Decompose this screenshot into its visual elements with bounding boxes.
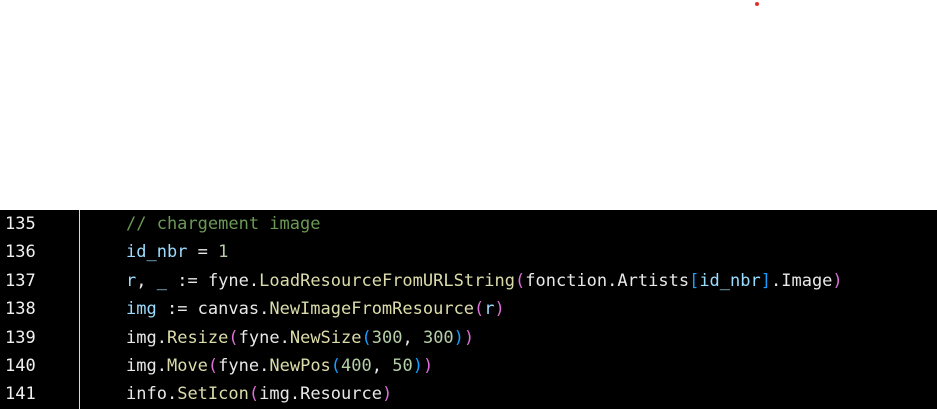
code-line[interactable]: 140 img.Move(fyne.NewPos(400, 50)) <box>0 352 937 380</box>
code-token: , <box>402 327 423 348</box>
code-token: info <box>126 384 167 405</box>
code-token: fyne <box>238 327 280 348</box>
code-token: Image <box>781 270 833 291</box>
code-token: Artists <box>617 270 690 291</box>
code-token: Resource <box>300 384 382 405</box>
code-token: . <box>259 356 270 376</box>
code-token: . <box>289 384 301 405</box>
code-token: := <box>156 299 198 320</box>
code-token: ) <box>453 327 464 348</box>
code-token: 400 <box>341 356 372 376</box>
code-token: img <box>259 384 290 405</box>
code-line[interactable]: 138 img := canvas.NewImageFromResource(r) <box>0 295 937 323</box>
code-text: r, _ := fyne.LoadResourceFromURLString(f… <box>126 267 843 295</box>
code-text: // chargement image <box>126 210 320 238</box>
code-token: ) <box>381 384 393 405</box>
code-token: Resize <box>166 327 229 348</box>
code-token: LoadResourceFromURLString <box>259 270 516 291</box>
code-token: ( <box>330 356 342 376</box>
code-line[interactable]: 141 info.SetIcon(img.Resource) <box>0 380 937 408</box>
code-token: Move <box>166 356 208 376</box>
code-token: ( <box>361 327 372 348</box>
code-token: r <box>126 270 137 291</box>
code-text: img.Resize(fyne.NewSize(300, 300)) <box>126 324 474 352</box>
red-dot-marker <box>755 2 759 6</box>
code-text: img.Move(fyne.NewPos(400, 50)) <box>126 352 433 380</box>
code-text: img := canvas.NewImageFromResource(r) <box>126 295 505 323</box>
code-token: ( <box>207 356 219 376</box>
code-token: // chargement image <box>126 214 321 234</box>
code-token: id_nbr <box>699 270 761 291</box>
code-token: ( <box>248 384 260 405</box>
code-line[interactable]: 136 id_nbr = 1 <box>0 238 937 266</box>
code-token: . <box>248 270 260 291</box>
code-token: r <box>484 299 495 320</box>
code-token: . <box>259 299 270 320</box>
line-number: 136 <box>5 242 36 263</box>
line-number: 139 <box>5 327 36 348</box>
code-token: ) <box>422 356 434 376</box>
code-token: SetIcon <box>177 384 249 405</box>
line-number: 140 <box>5 356 36 376</box>
line-number: 137 <box>5 270 36 291</box>
code-token: 300 <box>422 327 454 348</box>
code-token: . <box>156 327 167 348</box>
screenshot-canvas: 135 // chargement image 136 id_nbr = 1 137 r,… <box>0 0 937 409</box>
line-number: 138 <box>5 299 36 320</box>
code-token: . <box>156 356 167 376</box>
code-token: := <box>166 270 208 291</box>
code-token: ) <box>832 270 843 291</box>
code-token: ( <box>515 270 526 291</box>
code-token: ) <box>494 299 505 320</box>
code-token: , <box>371 356 393 376</box>
code-token: img <box>126 356 157 376</box>
code-token: ( <box>228 327 239 348</box>
code-token: NewSize <box>289 327 362 348</box>
code-token: id_nbr <box>126 242 188 263</box>
code-token: , <box>136 270 157 291</box>
code-token: NewImageFromResource <box>269 299 475 320</box>
code-token: 1 <box>218 242 229 263</box>
code-line[interactable]: 135 // chargement image <box>0 210 937 238</box>
code-token: fonction <box>525 270 608 291</box>
code-token: . <box>166 384 178 405</box>
code-token: fyne <box>218 356 260 376</box>
code-token: [ <box>689 270 700 291</box>
code-token: ) <box>463 327 475 348</box>
code-token: img <box>126 299 157 320</box>
line-number: 135 <box>5 214 36 234</box>
code-token: ( <box>474 299 485 320</box>
code-line[interactable]: 139 img.Resize(fyne.NewSize(300, 300)) <box>0 324 937 352</box>
code-token: ) <box>412 356 423 376</box>
code-token: . <box>279 327 290 348</box>
code-token: = <box>187 242 219 263</box>
code-token: . <box>770 270 782 291</box>
code-token: fyne <box>207 270 249 291</box>
line-number: 141 <box>5 384 36 405</box>
code-token: ] <box>760 270 771 291</box>
code-token: 300 <box>371 327 403 348</box>
code-token: NewPos <box>269 356 331 376</box>
code-text: id_nbr = 1 <box>126 238 228 266</box>
code-line[interactable]: 137 r, _ := fyne.LoadResourceFromURLStrin… <box>0 267 937 295</box>
code-text: info.SetIcon(img.Resource) <box>126 380 392 408</box>
code-token: img <box>126 327 157 348</box>
code-editor[interactable]: 135 // chargement image 136 id_nbr = 1 137 r,… <box>0 210 937 409</box>
code-token: canvas <box>197 299 260 320</box>
code-token: . <box>607 270 618 291</box>
code-token: 50 <box>392 356 413 376</box>
code-token: _ <box>156 270 167 291</box>
